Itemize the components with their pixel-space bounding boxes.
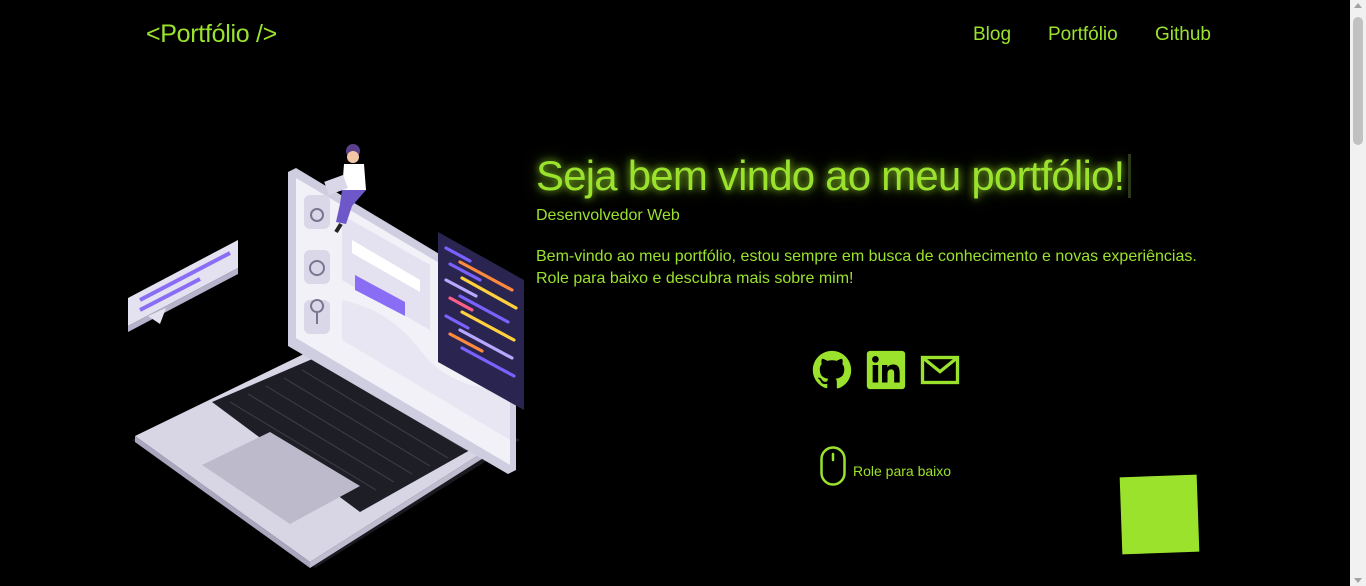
hero-bio: Bem-vindo ao meu portfólio, estou sempre… bbox=[536, 248, 1197, 287]
linkedin-link[interactable] bbox=[866, 350, 906, 390]
hero-headline: Seja bem vindo ao meu portfólio! bbox=[536, 152, 1132, 200]
screen-sidebar-item bbox=[304, 195, 330, 229]
decorative-square bbox=[1119, 474, 1200, 555]
github-icon bbox=[812, 350, 852, 389]
scroll-up-arrow-icon[interactable] bbox=[1354, 3, 1362, 8]
nav-link-blog[interactable]: Blog bbox=[973, 24, 1011, 46]
scroll-down-arrow-icon[interactable] bbox=[1354, 578, 1362, 583]
email-link[interactable] bbox=[920, 350, 960, 390]
page-scrollbar[interactable] bbox=[1350, 0, 1366, 586]
scrollbar-thumb[interactable] bbox=[1353, 17, 1363, 145]
nav-link-portfolio[interactable]: Portfólio bbox=[1048, 24, 1118, 46]
hero-subtitle: Desenvolvedor Web bbox=[536, 207, 680, 224]
mail-icon bbox=[920, 355, 960, 385]
nav-link-github[interactable]: Github bbox=[1155, 24, 1211, 46]
linkedin-icon bbox=[866, 350, 906, 390]
typing-cursor bbox=[1128, 154, 1132, 198]
github-link[interactable] bbox=[812, 350, 852, 390]
chat-bubble bbox=[128, 240, 238, 326]
main-nav: Blog Portfólio Github bbox=[0, 24, 1366, 50]
screen-sidebar-item bbox=[304, 250, 330, 284]
developer-laptop-illustration bbox=[128, 144, 524, 568]
mouse-icon bbox=[820, 446, 846, 486]
scroll-down-label: Role para baixo bbox=[853, 463, 952, 479]
